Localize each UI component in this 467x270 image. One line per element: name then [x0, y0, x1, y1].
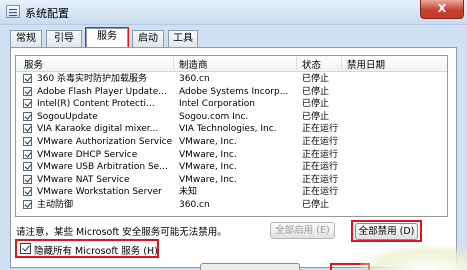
row-checkbox[interactable]	[23, 86, 32, 96]
table-row[interactable]: VMware USB Arbitration Se... VMware, Inc.…	[16, 161, 447, 173]
cell-manufacturer: 360.cn	[179, 200, 210, 210]
services-table: 服务 制造商 状态 禁用日期 360 杀毒实时防护加载服务 360.cn 已停止 Ad…	[15, 55, 448, 217]
tab-boot[interactable]: 引导	[46, 30, 82, 47]
cell-manufacturer: VIA Technologies, Inc.	[179, 124, 277, 135]
disable-all-highlight	[351, 220, 422, 242]
row-checkbox[interactable]	[23, 99, 32, 109]
table-row[interactable]: VMware DHCP Service VMware, Inc. 正在运行	[16, 149, 447, 161]
row-checkbox[interactable]	[23, 149, 32, 159]
system-config-icon	[6, 5, 20, 18]
cell-service: VMware Workstation Server	[37, 187, 162, 198]
col-service[interactable]: 服务	[24, 57, 43, 71]
cell-service: VMware Authorization Service	[37, 137, 173, 147]
watermark-glow	[360, 246, 467, 270]
tab-services[interactable]: 服务	[86, 28, 128, 47]
row-checkbox[interactable]	[23, 162, 32, 172]
cell-status: 正在运行	[302, 149, 339, 160]
cell-service: VIA Karaoke digital mixer...	[37, 124, 159, 135]
cell-service: Adobe Flash Player Update...	[37, 86, 167, 97]
table-row[interactable]: VMware NAT Service VMware, Inc. 正在运行	[16, 174, 447, 186]
cell-status: 已停止	[302, 200, 330, 210]
table-row[interactable]: 360 杀毒实时防护加载服务 360.cn 已停止	[16, 73, 447, 85]
table-header: 服务 制造商 状态 禁用日期	[16, 56, 447, 72]
table-row[interactable]: Adobe Flash Player Update... Adobe System…	[16, 86, 447, 98]
row-checkbox[interactable]	[23, 187, 32, 197]
cell-status: 正在运行	[302, 162, 339, 173]
table-row[interactable]: VMware Authorization Service VMware, Inc.…	[16, 136, 447, 148]
row-checkbox[interactable]	[23, 200, 32, 209]
cell-manufacturer: Sogou.com Inc.	[179, 111, 249, 122]
col-disabled-date[interactable]: 禁用日期	[347, 57, 385, 71]
cell-status: 正在运行	[302, 124, 339, 135]
row-checkbox[interactable]	[23, 124, 32, 134]
cell-service: 主动防御	[37, 200, 74, 210]
row-checkbox[interactable]	[23, 137, 32, 146]
cell-manufacturer: 未知	[179, 187, 198, 198]
cell-service: Intel(R) Content Protecti...	[37, 99, 155, 110]
window-title: 系统配置	[25, 7, 69, 20]
cell-status: 已停止	[302, 86, 330, 97]
cell-manufacturer: Intel Corporation	[179, 99, 255, 110]
cell-status: 已停止	[302, 111, 330, 122]
cell-status: 已停止	[302, 99, 330, 110]
row-checkbox[interactable]	[23, 74, 32, 83]
table-row[interactable]: SogouUpdate Sogou.com Inc. 已停止	[16, 111, 447, 123]
col-status[interactable]: 状态	[302, 57, 321, 71]
cell-manufacturer: 360.cn	[179, 74, 210, 84]
cell-manufacturer: VMware, Inc.	[179, 137, 237, 147]
hide-microsoft-highlight	[15, 239, 159, 258]
ok-button-partial[interactable]	[200, 263, 300, 270]
cell-status: 已停止	[302, 74, 330, 84]
enable-all-button[interactable]: 全部启用 (E)	[270, 222, 335, 239]
cell-service: VMware NAT Service	[37, 174, 130, 185]
cell-service: VMware DHCP Service	[37, 149, 138, 160]
cell-service: SogouUpdate	[37, 111, 98, 122]
table-row[interactable]: VIA Karaoke digital mixer... VIA Technolo…	[16, 123, 447, 135]
cell-manufacturer: VMware, Inc.	[179, 149, 237, 160]
table-row[interactable]: VMware Workstation Server 未知 正在运行	[16, 186, 447, 198]
close-button[interactable]: X	[420, 0, 464, 19]
row-checkbox[interactable]	[23, 174, 32, 184]
tab-startup[interactable]: 启动	[132, 30, 164, 47]
col-manufacturer[interactable]: 制造商	[179, 57, 208, 71]
cell-manufacturer: Adobe Systems Incorp...	[179, 86, 289, 97]
cell-service: VMware USB Arbitration Se...	[37, 162, 168, 173]
cell-status: 正在运行	[302, 174, 339, 185]
cell-status: 正在运行	[302, 137, 339, 147]
table-row[interactable]: 主动防御 360.cn 已停止	[16, 199, 447, 211]
tab-tools[interactable]: 工具	[168, 30, 198, 47]
cell-status: 正在运行	[302, 187, 339, 198]
cell-manufacturer: VMware, Inc.	[179, 174, 237, 185]
note-text: 请注意，某些 Microsoft 安全服务可能无法禁用。	[16, 227, 227, 238]
table-row[interactable]: Intel(R) Content Protecti... Intel Corpor…	[16, 98, 447, 110]
tab-general[interactable]: 常规	[10, 30, 42, 47]
cell-manufacturer: VMware, Inc.	[179, 162, 237, 173]
row-checkbox[interactable]	[23, 111, 32, 121]
cell-service: 360 杀毒实时防护加载服务	[37, 74, 148, 84]
title-bar: 系统配置 X	[0, 0, 467, 25]
